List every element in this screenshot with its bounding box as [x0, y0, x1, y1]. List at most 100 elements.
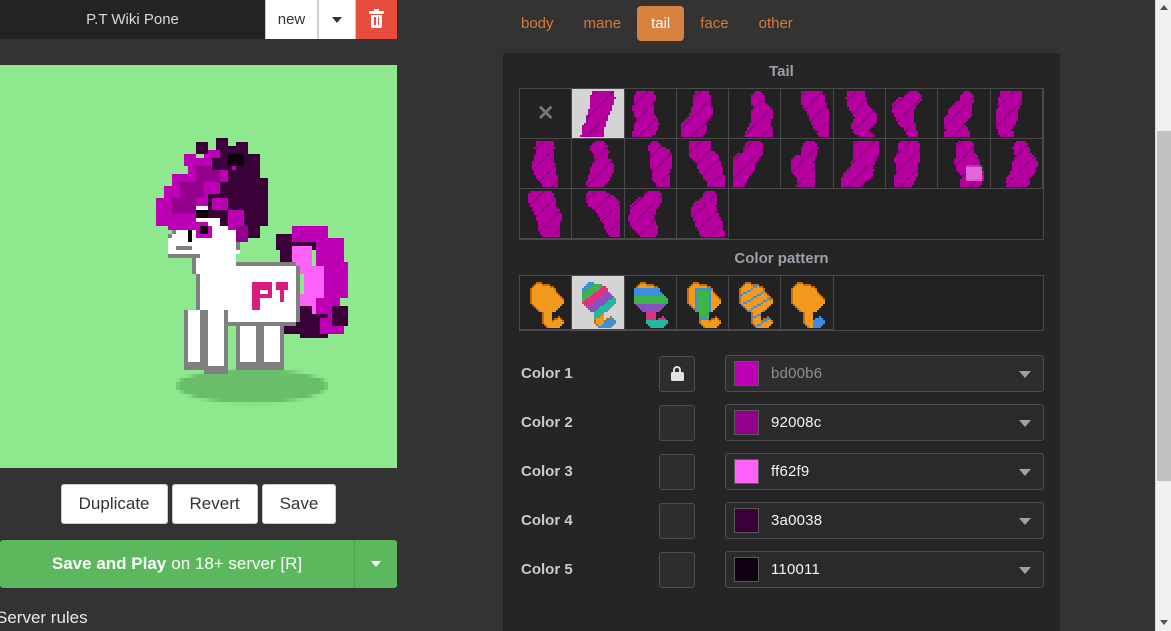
color-lock-toggle[interactable] [659, 355, 695, 392]
pony-preview-stage[interactable] [0, 65, 397, 468]
left-panel: P.T Wiki Pone new Duplicate Revert Save … [0, 0, 397, 631]
revert-button[interactable]: Revert [171, 484, 258, 524]
tail-option[interactable] [624, 89, 677, 139]
color-pattern-option[interactable] [781, 276, 834, 330]
color-picker-input[interactable]: bd00b6 [725, 355, 1044, 392]
scroll-up-arrow-icon[interactable] [1156, 0, 1171, 16]
color-hex-value: ff62f9 [771, 463, 810, 480]
tab-body[interactable]: body [507, 6, 568, 41]
tail-option[interactable] [676, 89, 730, 139]
color-lock-toggle[interactable] [659, 453, 695, 490]
tail-thumb-icon [628, 140, 673, 187]
tail-option[interactable] [676, 189, 730, 239]
pattern-section-title: Color pattern [734, 250, 829, 267]
tail-option[interactable] [729, 139, 782, 189]
color-hex-value: 92008c [771, 414, 822, 431]
color-swatch [734, 557, 759, 582]
color-slot-row: Color 1 bd00b6 [519, 349, 1044, 398]
tail-option[interactable] [676, 139, 730, 189]
color-lock-toggle[interactable] [659, 551, 695, 588]
tab-face[interactable]: face [686, 6, 742, 41]
pattern-thumb-icon [523, 277, 568, 328]
color-picker-input[interactable]: 3a0038 [725, 502, 1044, 539]
tail-option[interactable] [572, 139, 625, 189]
chevron-down-icon [1019, 566, 1031, 574]
tail-option[interactable] [833, 89, 887, 139]
server-rules-link[interactable]: Server rules [0, 608, 88, 628]
tail-option[interactable] [781, 89, 834, 139]
color-slot-row: Color 4 3a0038 [519, 496, 1044, 545]
tail-thumb-icon [942, 140, 987, 187]
color-pattern-option[interactable] [729, 276, 782, 330]
save-and-play-dropdown-button[interactable] [355, 540, 397, 588]
tail-editor-panel: Tail ✕ Color pattern Color 1 bd00b6 Color … [503, 53, 1060, 631]
tail-option[interactable] [886, 139, 939, 189]
tail-option[interactable] [990, 89, 1043, 139]
chevron-down-icon [1019, 517, 1031, 525]
tail-option[interactable] [938, 139, 991, 189]
save-and-play-server-label: on 18+ server [R] [171, 554, 303, 573]
save-button[interactable]: Save [261, 484, 337, 524]
color-slot-list: Color 1 bd00b6 Color 2 92008c Color 3 ff62f9 C… [519, 349, 1044, 594]
pattern-thumb-icon [785, 277, 830, 328]
save-and-play-button[interactable]: Save and Play on 18+ server [R] [0, 540, 355, 588]
tail-option[interactable] [729, 89, 782, 139]
tail-option[interactable] [938, 89, 991, 139]
page-scrollbar[interactable] [1155, 0, 1171, 631]
duplicate-button[interactable]: Duplicate [60, 484, 168, 524]
tail-option[interactable] [520, 139, 573, 189]
tail-thumb-icon [732, 140, 777, 187]
color-pattern-option[interactable] [572, 276, 625, 330]
tail-option[interactable] [572, 89, 625, 139]
pony-name-input[interactable]: P.T Wiki Pone [0, 0, 265, 39]
color-picker-input[interactable]: ff62f9 [725, 453, 1044, 490]
tail-option[interactable] [781, 139, 834, 189]
tail-grid-empty-cell [938, 189, 990, 239]
tail-option[interactable] [624, 189, 677, 239]
tail-grid-empty-cell [729, 189, 781, 239]
color-pattern-option[interactable] [624, 276, 677, 330]
tail-grid-empty-cell [886, 189, 938, 239]
tail-option-none[interactable]: ✕ [520, 89, 573, 139]
color-lock-toggle[interactable] [659, 404, 695, 441]
tail-option[interactable] [886, 89, 939, 139]
tail-option[interactable] [572, 189, 625, 239]
right-panel: body mane tail face other Tail ✕ Color patte… [497, 0, 1157, 631]
pattern-grid-empty-cell [886, 276, 938, 330]
color-picker-input[interactable]: 110011 [725, 551, 1044, 588]
tab-tail[interactable]: tail [637, 5, 685, 41]
tail-thumb-icon [837, 140, 882, 187]
color-slot-row: Color 5 110011 [519, 545, 1044, 594]
tail-option[interactable] [520, 189, 573, 239]
pattern-thumb-icon [575, 277, 620, 328]
tail-thumb-icon [523, 190, 568, 237]
pattern-grid-empty-cell [938, 276, 990, 330]
tail-thumb-icon [575, 190, 620, 237]
pattern-grid-empty-cell [834, 276, 886, 330]
scrollbar-thumb[interactable] [1157, 131, 1171, 481]
new-pony-button[interactable]: new [265, 0, 318, 39]
color-slot-label: Color 4 [521, 512, 573, 529]
tail-option[interactable] [833, 139, 887, 189]
delete-pony-button[interactable] [356, 0, 397, 39]
color-picker-input[interactable]: 92008c [725, 404, 1044, 441]
tail-thumb-icon [942, 90, 987, 137]
pony-sprite-canvas [140, 130, 396, 418]
pony-action-buttons: Duplicate Revert Save [0, 480, 397, 528]
tail-thumb-icon [575, 90, 620, 137]
color-pattern-option[interactable] [520, 276, 573, 330]
pattern-thumb-icon [680, 277, 725, 328]
pony-list-dropdown-button[interactable] [318, 0, 356, 39]
color-swatch [734, 508, 759, 533]
tail-option[interactable] [990, 139, 1043, 189]
tab-mane[interactable]: mane [570, 6, 636, 41]
tail-option[interactable] [624, 139, 677, 189]
color-hex-value: bd00b6 [771, 365, 823, 382]
tail-section-title: Tail [769, 63, 794, 80]
color-pattern-option[interactable] [676, 276, 730, 330]
color-lock-toggle[interactable] [659, 502, 695, 539]
scroll-down-arrow-icon[interactable] [1156, 615, 1171, 631]
color-hex-value: 3a0038 [771, 512, 823, 529]
tail-grid-empty-cell [834, 189, 886, 239]
tab-other[interactable]: other [745, 6, 807, 41]
